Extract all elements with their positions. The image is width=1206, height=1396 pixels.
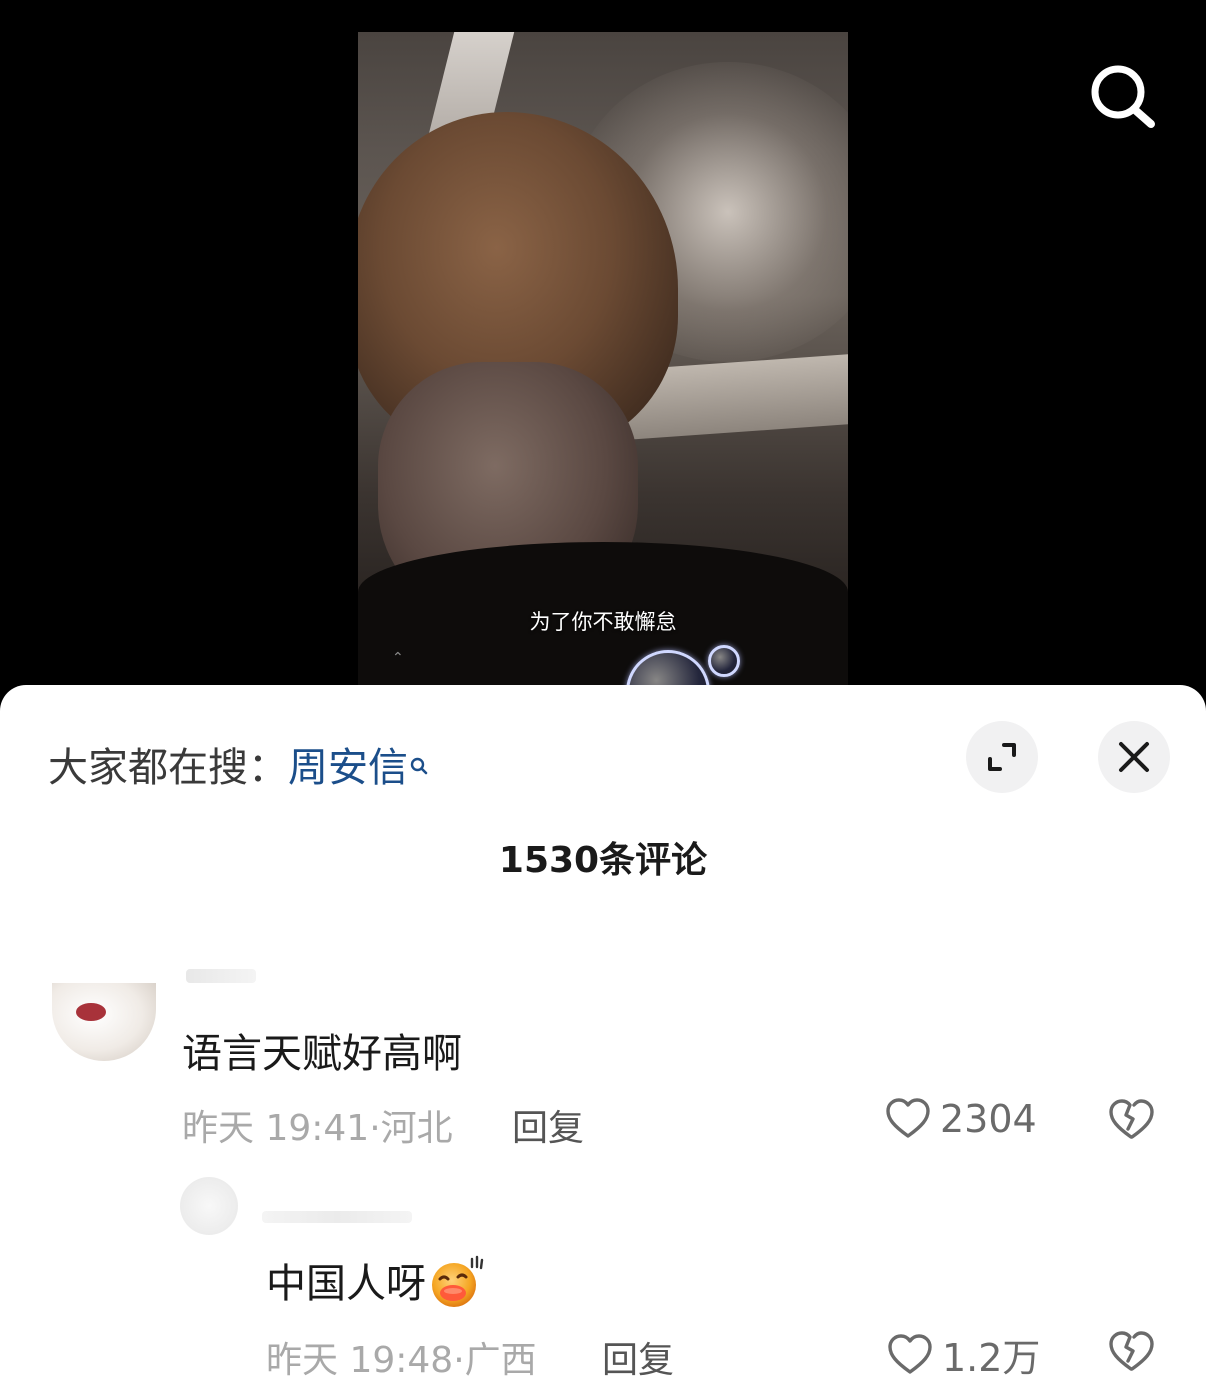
comment-2-like-button[interactable]: 1.2万	[886, 1327, 1040, 1382]
comment-1-text: 语言天赋好高啊	[182, 1031, 462, 1077]
comment-2-username-faded	[262, 1211, 412, 1223]
comment-1-avatar[interactable]	[52, 983, 156, 1061]
comment-2-dislike-button[interactable]	[1106, 1327, 1156, 1379]
expand-icon	[988, 743, 1016, 771]
expand-button[interactable]	[966, 721, 1038, 793]
bubble-decoration-small	[708, 645, 740, 677]
comment-2-time: 昨天 19:48	[266, 1340, 454, 1381]
close-button[interactable]	[1098, 721, 1170, 793]
video-player[interactable]: 为了你不敢懈怠	[358, 32, 848, 692]
grinning-face-emoji-icon	[426, 1255, 484, 1307]
scroll-up-hint-icon: ⌃	[392, 650, 404, 666]
comment-2-meta: 昨天 19:48·广西	[266, 1331, 537, 1383]
comment-2-location: 广西	[464, 1340, 537, 1381]
trending-prefix: 大家都在搜：	[48, 745, 288, 791]
broken-heart-icon	[1109, 1331, 1154, 1371]
video-caption: 为了你不敢懈怠	[529, 610, 677, 634]
comment-2-avatar[interactable]	[180, 1177, 238, 1235]
trending-search[interactable]: 大家都在搜：周安信	[48, 735, 428, 793]
search-button[interactable]	[1082, 58, 1162, 138]
keyword-search-icon	[410, 741, 428, 787]
close-icon	[1119, 742, 1149, 772]
comment-1-reply-button[interactable]: 回复	[512, 1099, 584, 1151]
comment-2-reply-button[interactable]: 回复	[602, 1331, 674, 1383]
screen: 为了你不敢懈怠 ⌃ 大家都在搜：周安信 1530条评论 语言天赋好高啊 昨天 1…	[0, 0, 1206, 1396]
comment-1-username-faded	[186, 969, 256, 983]
comment-sheet: 大家都在搜：周安信 1530条评论 语言天赋好高啊 昨天 19:41·河北 回复	[0, 685, 1206, 1396]
comment-count-title: 1530条评论	[498, 840, 708, 881]
comment-1-like-button[interactable]: 2304	[884, 1095, 1037, 1143]
meta-separator: ·	[369, 1108, 381, 1149]
broken-heart-icon	[1109, 1099, 1154, 1139]
comment-1-time: 昨天 19:41	[182, 1108, 370, 1149]
search-icon	[1091, 65, 1155, 128]
comment-2-text: 中国人呀	[266, 1261, 426, 1307]
meta-separator: ·	[453, 1340, 465, 1381]
comment-1-location: 河北	[380, 1108, 453, 1149]
heart-icon	[888, 1333, 932, 1374]
comment-1-meta: 昨天 19:41·河北	[182, 1099, 453, 1151]
heart-icon	[886, 1098, 930, 1138]
comment-2-text-row: 中国人呀	[266, 1251, 484, 1311]
trending-keyword[interactable]: 周安信	[288, 745, 408, 791]
comment-2-like-count: 1.2万	[942, 1336, 1041, 1380]
comment-1-dislike-button[interactable]	[1106, 1095, 1156, 1147]
comment-1-like-count: 2304	[940, 1097, 1037, 1141]
